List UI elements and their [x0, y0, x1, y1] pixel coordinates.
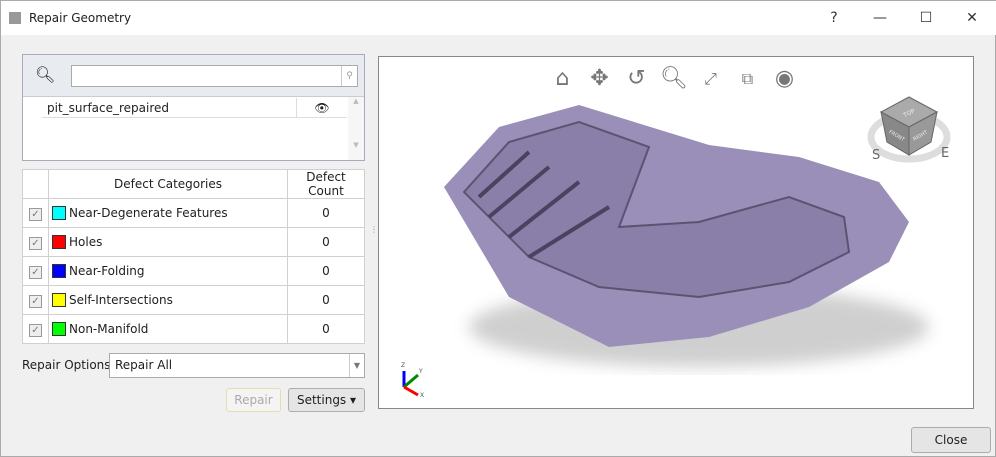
repair-options-select[interactable]: Repair All ▼ — [109, 353, 365, 378]
color-swatch — [52, 206, 66, 221]
checkbox[interactable]: ✓ — [29, 236, 42, 250]
category-label: Near-Folding — [69, 263, 145, 278]
south-label: S — [872, 148, 880, 163]
east-label: E — [941, 146, 949, 161]
view-cube[interactable]: TOP FRONT RIGHT S E — [867, 96, 951, 163]
table-row: ✓ Near-Degenerate Features 0 — [22, 198, 365, 228]
help-button[interactable]: ? — [811, 1, 857, 35]
3d-viewport[interactable]: ⌂ ✥ ↺ 🔍︎ ⤢ ⧉ ◉ TOP FRONT RIGHT S E Z Y X — [378, 56, 974, 409]
table-row: ✓ Holes 0 — [22, 227, 365, 257]
repair-button[interactable]: Repair — [226, 388, 281, 412]
category-label: Near-Degenerate Features — [69, 205, 228, 220]
eye-icon[interactable]: 👁︎ — [297, 101, 347, 115]
layer-panel: 🔍︎ ⚲ pit_surface_repaired 👁︎ ▲ ▼ — [22, 54, 365, 161]
search-input[interactable]: ⚲ — [71, 65, 358, 87]
axis-triad: Z Y X — [401, 362, 424, 399]
category-label: Self-Intersections — [69, 292, 173, 307]
color-swatch — [52, 322, 66, 337]
table-row: ✓ Non-Manifold 0 — [22, 314, 365, 344]
pit-mesh: TOP FRONT RIGHT S E Z Y X — [401, 96, 951, 399]
count: 0 — [287, 314, 365, 344]
chevron-down-icon: ▼ — [349, 354, 364, 377]
count: 0 — [287, 285, 365, 315]
title-bar: Repair Geometry ? — ☐ ✕ — [1, 1, 996, 35]
svg-text:Y: Y — [418, 368, 423, 375]
defect-table: Defect Categories Defect Count ✓ Near-Dege… — [22, 169, 365, 344]
count: 0 — [287, 227, 365, 257]
svg-text:X: X — [420, 392, 424, 399]
scrollbar[interactable]: ▲ ▼ — [348, 97, 364, 160]
count: 0 — [287, 198, 365, 228]
window-title: Repair Geometry — [29, 11, 132, 25]
checkbox[interactable]: ✓ — [29, 207, 42, 221]
svg-text:Z: Z — [401, 362, 405, 369]
table-row: ✓ Self-Intersections 0 — [22, 285, 365, 315]
color-swatch — [52, 293, 66, 308]
checkbox[interactable]: ✓ — [29, 265, 42, 279]
category-label: Holes — [69, 234, 103, 249]
layer-name: pit_surface_repaired — [42, 98, 297, 117]
splitter-handle[interactable]: ⋮ — [370, 225, 378, 234]
count: 0 — [287, 256, 365, 286]
maximize-button[interactable]: ☐ — [903, 1, 949, 35]
app-icon — [9, 12, 21, 24]
color-swatch — [52, 235, 66, 250]
close-button[interactable]: Close — [911, 427, 991, 453]
repair-options-label: Repair Options: — [22, 358, 115, 372]
search-button-icon[interactable]: ⚲ — [341, 66, 357, 86]
close-window-button[interactable]: ✕ — [949, 1, 995, 35]
settings-button[interactable]: Settings ▾ — [288, 388, 365, 412]
minimize-button[interactable]: — — [857, 1, 903, 35]
table-row: ✓ Near-Folding 0 — [22, 256, 365, 286]
color-swatch — [52, 264, 66, 279]
checkbox[interactable]: ✓ — [29, 323, 42, 337]
category-label: Non-Manifold — [69, 321, 149, 336]
list-item[interactable]: pit_surface_repaired 👁︎ — [42, 98, 347, 118]
checkbox[interactable]: ✓ — [29, 294, 42, 308]
search-icon: 🔍︎ — [35, 65, 56, 84]
header-category: Defect Categories — [48, 169, 288, 199]
header-count: Defect Count — [287, 169, 365, 199]
